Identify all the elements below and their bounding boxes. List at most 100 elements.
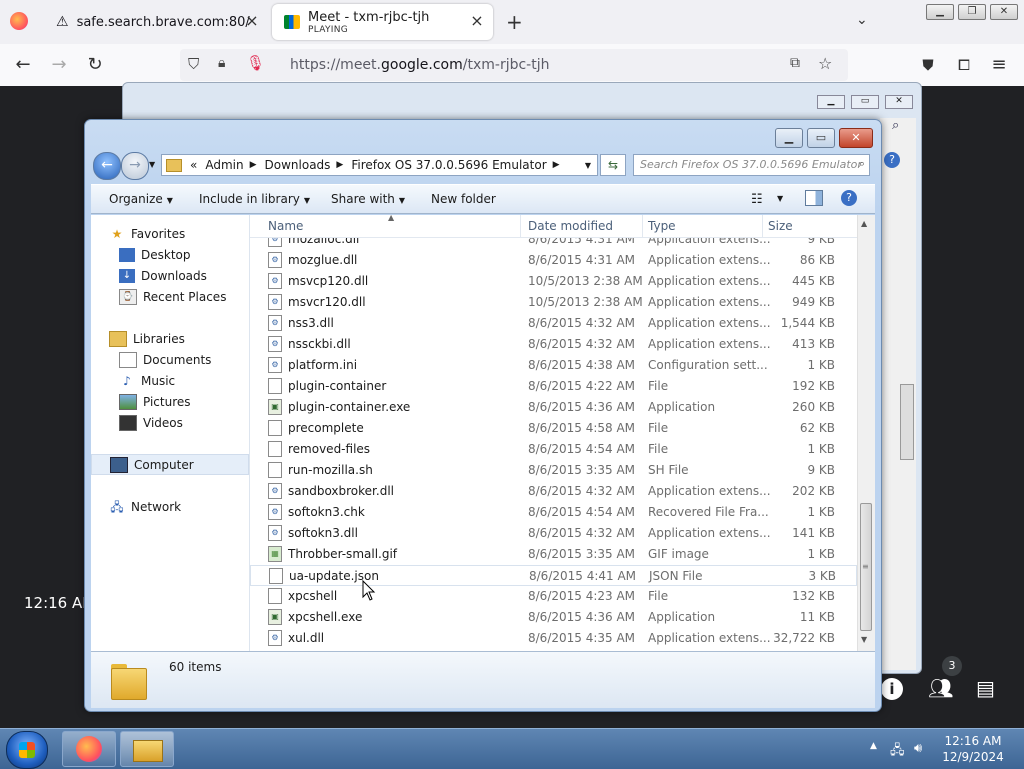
scrollbar-thumb[interactable]	[900, 384, 914, 460]
people-icon[interactable]: 👥︎	[928, 676, 953, 700]
file-row[interactable]: precomplete 8/6/2015 4:58 AM File 62 KB	[250, 418, 857, 439]
file-row[interactable]: ⚙ softokn3.dll 8/6/2015 4:32 AM Application…	[250, 523, 857, 544]
app-menu-icon[interactable]: ≡	[986, 52, 1012, 78]
picture-in-picture-icon[interactable]: ⧉	[790, 55, 800, 71]
close-icon[interactable]: ✕	[885, 95, 913, 109]
extensions-icon[interactable]: ⧠	[951, 52, 977, 78]
help-icon[interactable]: ?	[841, 190, 857, 206]
meeting-details-icon[interactable]: i	[881, 678, 903, 700]
file-row[interactable]: ▦ Throbber-small.gif 8/6/2015 3:35 AM GIF i…	[250, 544, 857, 565]
file-row[interactable]: ⚙ xul.dll 8/6/2015 4:35 AM Application exte…	[250, 628, 857, 649]
file-row[interactable]: xpcshell 8/6/2015 4:23 AM File 132 KB	[250, 586, 857, 607]
forward-button[interactable]: →	[121, 152, 149, 180]
bookmark-star-icon[interactable]: ☆	[818, 54, 832, 73]
column-name[interactable]: Name	[268, 219, 303, 233]
recent-pages-dropdown-icon[interactable]: ▼	[149, 160, 155, 169]
minimize-button[interactable]: ▁	[926, 4, 954, 20]
background-window-scrollbar[interactable]: ⌕ ?	[880, 118, 916, 670]
nav-libraries[interactable]: Libraries	[91, 328, 267, 349]
column-type[interactable]: Type	[648, 219, 676, 233]
chat-icon[interactable]: ▤	[976, 676, 995, 700]
file-row[interactable]: ⚙ msvcp120.dll 10/5/2013 2:38 AM Applicatio…	[250, 271, 857, 292]
minimize-button[interactable]: ▁	[775, 128, 803, 148]
address-dropdown-icon[interactable]: ▼	[585, 161, 591, 170]
close-button[interactable]: ✕	[990, 4, 1018, 20]
taskbar-explorer[interactable]	[120, 731, 174, 767]
column-date-modified[interactable]: Date modified	[528, 219, 613, 233]
file-row[interactable]: ▣ xpcshell.exe 8/6/2015 4:36 AM Application…	[250, 607, 857, 628]
back-icon[interactable]: ←	[10, 52, 36, 78]
reload-icon[interactable]: ↻	[82, 52, 108, 78]
chevron-right-icon[interactable]: ▶	[250, 160, 257, 170]
show-hidden-icons[interactable]: ▲	[870, 741, 877, 751]
refresh-button[interactable]: ⇆	[600, 154, 626, 176]
maximize-button[interactable]: ▭	[807, 128, 835, 148]
address-bar[interactable]: « Admin ▶ Downloads ▶ Firefox OS 37.0.0.…	[161, 154, 598, 176]
minimize-icon[interactable]: ▁	[817, 95, 845, 109]
file-row[interactable]: plugin-container 8/6/2015 4:22 AM File 192 …	[250, 376, 857, 397]
close-button[interactable]: ✕	[839, 128, 873, 148]
nav-computer[interactable]: Computer	[91, 454, 249, 475]
new-tab-button[interactable]: +	[506, 10, 523, 34]
scroll-up-icon[interactable]: ▲	[861, 219, 867, 228]
url-text[interactable]: https://meet.google.com/txm-rjbc-tjh	[290, 57, 549, 73]
shield-icon[interactable]: ⛉	[188, 55, 199, 73]
close-tab-icon[interactable]: ×	[469, 13, 485, 29]
file-row[interactable]: ⚙ nssckbi.dll 8/6/2015 4:32 AM Application …	[250, 334, 857, 355]
new-folder-button[interactable]: New folder	[431, 192, 496, 206]
tab-meet[interactable]: Meet - txm-rjbc-tjh PLAYING ×	[272, 4, 493, 40]
search-icon[interactable]: ⌕	[892, 118, 899, 133]
pocket-icon[interactable]: ⛊	[915, 52, 941, 78]
system-clock[interactable]: 12:16 AM 12/9/2024	[940, 733, 1006, 765]
nav-favorites[interactable]: ★ Favorites	[91, 223, 267, 244]
list-all-tabs-icon[interactable]: ⌄	[856, 12, 868, 28]
forward-icon[interactable]: →	[46, 52, 72, 78]
volume-icon[interactable]: 🔊︎	[914, 741, 922, 756]
vertical-scrollbar[interactable]: ▲ ≡ ▼	[857, 215, 875, 651]
file-row[interactable]: ▣ plugin-container.exe 8/6/2015 4:36 AM App…	[250, 397, 857, 418]
file-row[interactable]: ua-update.json 8/6/2015 4:41 AM JSON File 3…	[250, 565, 857, 586]
back-button[interactable]: ←	[93, 152, 121, 180]
taskbar-firefox[interactable]	[62, 731, 116, 767]
breadcrumb-emulator[interactable]: Firefox OS 37.0.0.5696 Emulator	[351, 158, 546, 172]
chevron-right-icon[interactable]: ▶	[336, 160, 343, 170]
preview-pane-icon[interactable]	[805, 190, 823, 206]
view-options-dropdown-icon[interactable]: ▼	[777, 194, 783, 203]
file-row[interactable]: ⚙ sandboxbroker.dll 8/6/2015 4:32 AM Applic…	[250, 481, 857, 502]
file-row[interactable]: ⚙ mozglue.dll 8/6/2015 4:31 AM Application …	[250, 250, 857, 271]
tab-brave-search[interactable]: ⚠ safe.search.brave.com:80/ ×	[44, 4, 268, 40]
close-tab-icon[interactable]: ×	[244, 13, 260, 29]
firefox-menu-icon[interactable]	[10, 12, 28, 30]
file-size: 1 KB	[807, 547, 835, 561]
microphone-icon[interactable]: 🎙︎	[246, 54, 265, 72]
scroll-down-icon[interactable]: ▼	[861, 635, 867, 644]
file-row[interactable]: ⚙ platform.ini 8/6/2015 4:38 AM Configurati…	[250, 355, 857, 376]
file-date: 8/6/2015 4:54 AM	[528, 505, 636, 519]
share-with-menu[interactable]: Share with ▼	[331, 192, 405, 206]
breadcrumb-admin[interactable]: Admin	[205, 158, 243, 172]
lock-icon[interactable]: 🔒︎	[218, 55, 225, 71]
nav-network[interactable]: 🖧︎ Network	[91, 496, 267, 517]
file-row[interactable]: run-mozilla.sh 8/6/2015 3:35 AM SH File 9 K…	[250, 460, 857, 481]
url-bar[interactable]: ⛉ 🔒︎ 🎙︎ https://meet.google.com/txm-rjbc…	[180, 49, 848, 81]
search-input[interactable]: Search Firefox OS 37.0.0.5696 Emulator ⌕	[633, 154, 870, 176]
file-size: 949 KB	[792, 295, 835, 309]
chevron-right-icon[interactable]: ▶	[553, 160, 560, 170]
restore-button[interactable]: ❐	[958, 4, 986, 20]
network-tray-icon[interactable]: 🖧︎	[890, 741, 905, 763]
maximize-icon[interactable]: ▭	[851, 95, 879, 109]
include-in-library-menu[interactable]: Include in library ▼	[199, 192, 310, 206]
column-size[interactable]: Size	[768, 219, 793, 233]
search-icon[interactable]: ⌕	[859, 157, 865, 171]
change-view-icon[interactable]: ☷	[751, 192, 763, 207]
organize-menu[interactable]: Organize ▼	[109, 192, 173, 206]
file-row[interactable]: ⚙ nss3.dll 8/6/2015 4:32 AM Application ext…	[250, 313, 857, 334]
start-button[interactable]	[6, 731, 48, 769]
breadcrumb-downloads[interactable]: Downloads	[265, 158, 331, 172]
scrollbar-thumb[interactable]: ≡	[860, 503, 872, 631]
help-icon[interactable]: ?	[884, 152, 900, 168]
file-row[interactable]: removed-files 8/6/2015 4:54 AM File 1 KB	[250, 439, 857, 460]
breadcrumb-overflow[interactable]: «	[190, 158, 197, 172]
file-row[interactable]: ⚙ softokn3.chk 8/6/2015 4:54 AM Recovered F…	[250, 502, 857, 523]
file-row[interactable]: ⚙ msvcr120.dll 10/5/2013 2:38 AM Applicatio…	[250, 292, 857, 313]
